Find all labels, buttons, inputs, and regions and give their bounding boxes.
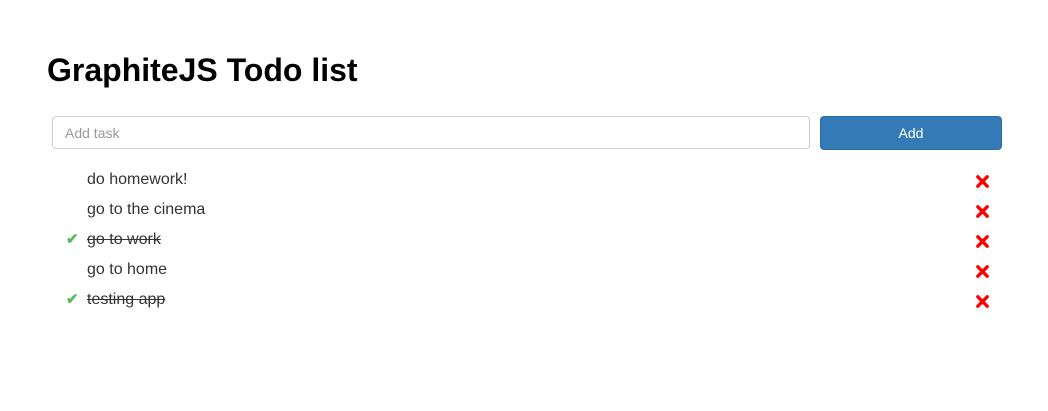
delete-icon[interactable]: [975, 294, 990, 309]
todo-item: go to the cinema: [60, 195, 1000, 225]
check-icon: ✔: [66, 231, 79, 248]
todo-text[interactable]: do homework!: [87, 165, 188, 195]
todo-text[interactable]: go to home: [87, 255, 167, 285]
todo-item: ✔ testing app: [60, 285, 1000, 315]
todo-item: go to home: [60, 255, 1000, 285]
add-task-button[interactable]: Add: [820, 116, 1002, 150]
todo-item: do homework!: [60, 165, 1000, 195]
todo-item: ✔ go to work: [60, 225, 1000, 255]
todo-text[interactable]: testing app: [87, 285, 165, 315]
todo-text[interactable]: go to the cinema: [87, 195, 205, 225]
todo-text[interactable]: go to work: [87, 225, 161, 255]
delete-icon[interactable]: [975, 264, 990, 279]
add-task-input[interactable]: [52, 116, 810, 149]
todo-app: GraphiteJS Todo list Add do homework! go…: [0, 0, 1048, 411]
check-icon: ✔: [66, 291, 79, 308]
page-title: GraphiteJS Todo list: [47, 52, 358, 88]
delete-icon[interactable]: [975, 174, 990, 189]
todo-list: do homework! go to the cinema ✔ go to wo…: [60, 165, 1000, 315]
delete-icon[interactable]: [975, 204, 990, 219]
delete-icon[interactable]: [975, 234, 990, 249]
